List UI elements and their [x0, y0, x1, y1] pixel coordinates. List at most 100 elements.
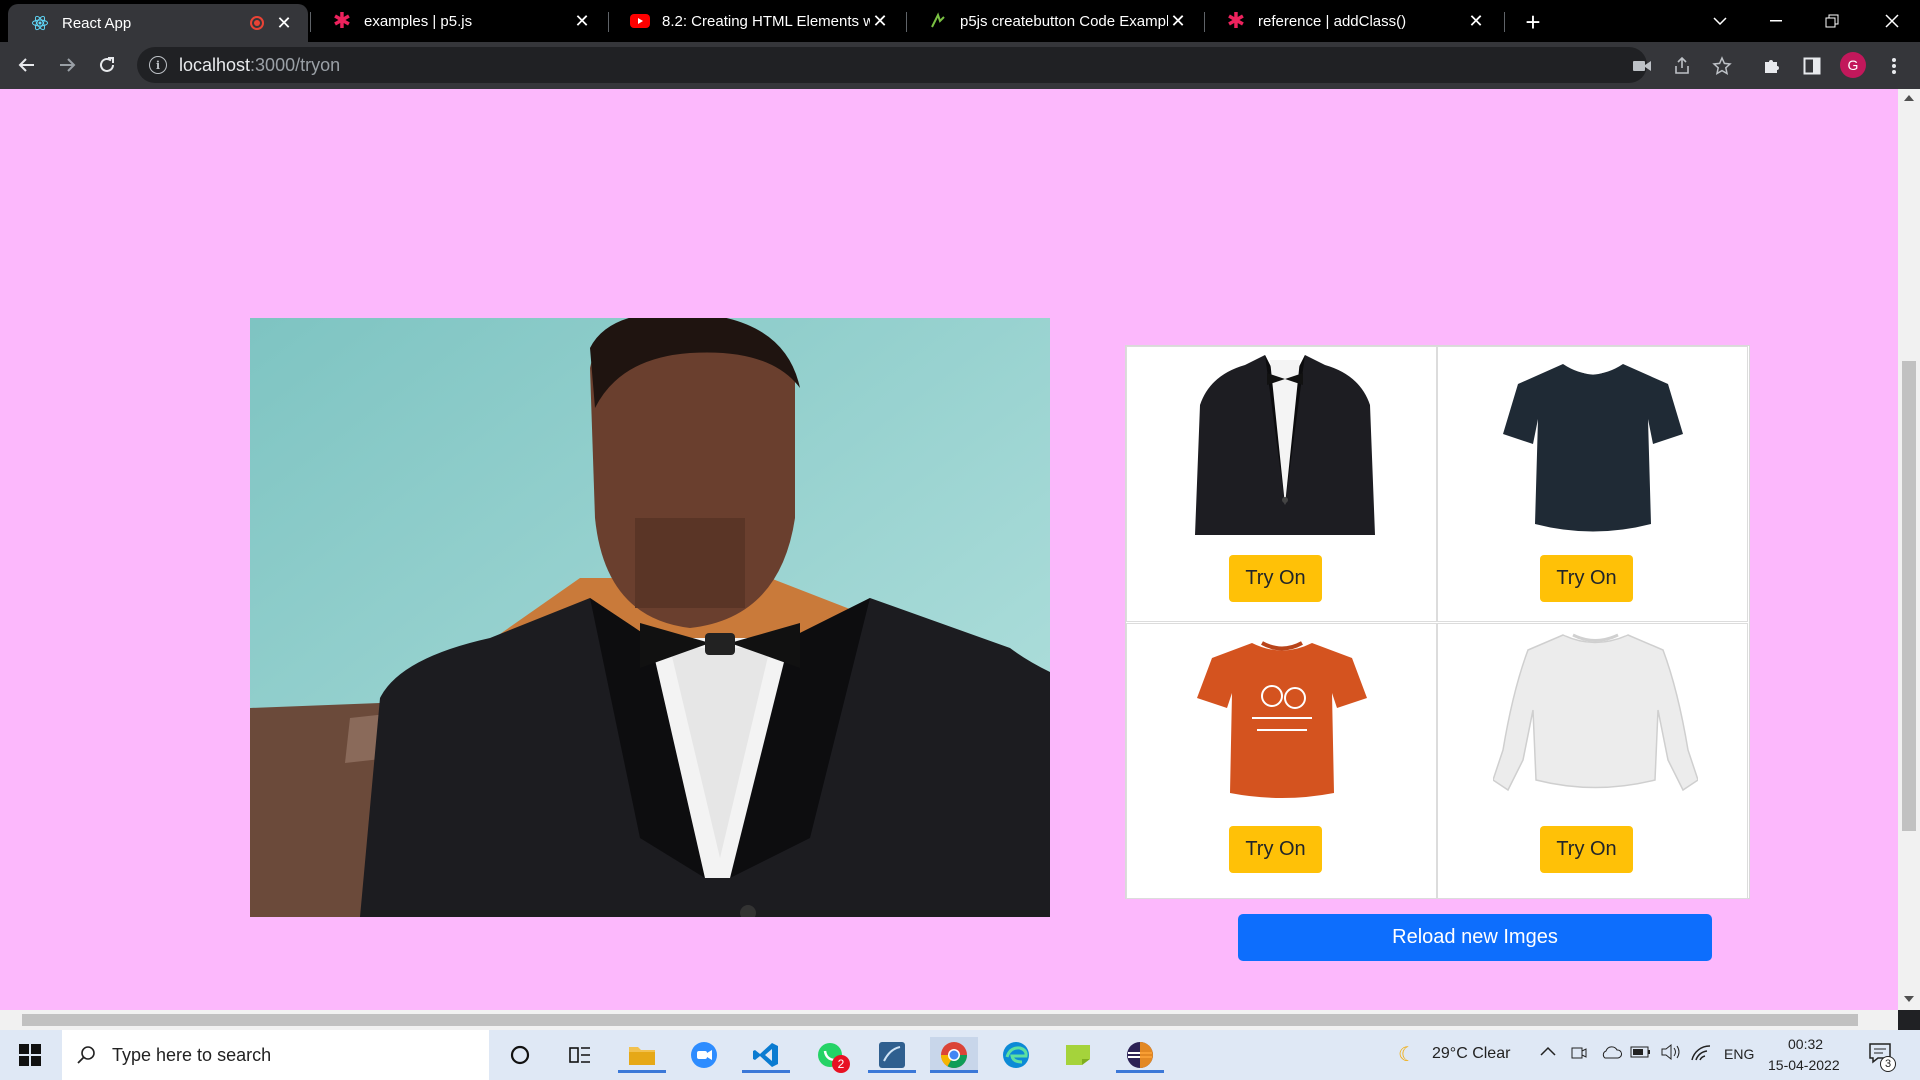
try-on-button-tuxedo[interactable]: Try On [1229, 555, 1322, 602]
horizontal-scrollbar[interactable] [0, 1010, 1898, 1030]
url-host: localhost [179, 54, 251, 75]
youtube-icon [630, 11, 650, 31]
reload-images-button[interactable]: Reload new Imges [1238, 914, 1712, 961]
clock-date[interactable]: 15-04-2022 [1768, 1057, 1840, 1073]
clock-time[interactable]: 00:32 [1788, 1036, 1823, 1052]
url-text: localhost:3000/tryon [179, 55, 340, 76]
try-on-button-white-longsleeve[interactable]: Try On [1540, 826, 1633, 873]
try-on-button-orange-tshirt[interactable]: Try On [1229, 826, 1322, 873]
notification-center-icon[interactable]: 3 [1868, 1042, 1896, 1072]
react-icon [30, 13, 50, 33]
product-grid: Try On Try On Try On Try On [1125, 345, 1750, 899]
camera-in-use-icon[interactable] [1630, 54, 1654, 78]
vertical-scroll-thumb[interactable] [1902, 361, 1916, 831]
minimize-button[interactable] [1748, 0, 1804, 42]
more-menu-icon[interactable] [1882, 54, 1906, 78]
share-icon[interactable] [1670, 54, 1694, 78]
edge-icon[interactable] [998, 1037, 1034, 1073]
profile-avatar[interactable]: G [1840, 52, 1866, 78]
tab-code-example[interactable]: p5js createbutton Code Example ✕ [906, 0, 1202, 42]
tab-separator [1504, 12, 1505, 32]
tab-search-chevron-icon[interactable] [1692, 0, 1748, 42]
search-placeholder: Type here to search [112, 1044, 272, 1065]
webcam-canvas [250, 318, 1050, 917]
p5js-icon: ✱ [332, 8, 352, 33]
product-card-tuxedo: Try On [1126, 346, 1437, 622]
search-icon [77, 1046, 95, 1064]
tab-title: 8.2: Creating HTML Elements wit [662, 12, 870, 30]
battery-icon[interactable] [1630, 1045, 1652, 1064]
back-arrow-icon[interactable] [12, 50, 42, 80]
product-card-black-tshirt: Try On [1437, 346, 1748, 622]
site-info-icon[interactable]: i [149, 56, 167, 74]
active-app-indicator [1116, 1070, 1164, 1073]
close-tab-icon[interactable]: ✕ [274, 13, 294, 33]
eclipse-icon[interactable] [1116, 1037, 1164, 1073]
forward-arrow-icon[interactable] [52, 50, 82, 80]
meet-now-icon[interactable] [1570, 1044, 1588, 1067]
zoom-icon[interactable] [686, 1037, 722, 1073]
chrome-icon[interactable] [930, 1037, 978, 1073]
black-tshirt-image [1503, 361, 1683, 532]
tab-title: React App [62, 14, 132, 32]
tuxedo-image [1195, 355, 1375, 535]
tab-p5-examples[interactable]: ✱ examples | p5.js ✕ [310, 0, 606, 42]
cortana-icon[interactable] [502, 1037, 538, 1073]
address-bar[interactable]: i localhost:3000/tryon [137, 47, 1647, 83]
wifi-icon[interactable] [1690, 1043, 1712, 1066]
tab-title: p5js createbutton Code Example [960, 12, 1168, 30]
tab-youtube-video[interactable]: 8.2: Creating HTML Elements wit ✕ [608, 0, 904, 42]
recording-icon [250, 16, 264, 30]
active-app-indicator [742, 1070, 790, 1073]
windows-start-icon[interactable] [12, 1037, 48, 1073]
volume-icon[interactable] [1660, 1043, 1682, 1066]
white-longsleeve-image [1493, 633, 1698, 792]
close-tab-icon[interactable]: ✕ [1466, 11, 1486, 31]
close-tab-icon[interactable]: ✕ [572, 11, 592, 31]
task-view-icon[interactable] [562, 1037, 598, 1073]
try-on-button-black-tshirt[interactable]: Try On [1540, 555, 1633, 602]
close-tab-icon[interactable]: ✕ [1168, 11, 1188, 31]
vertical-scrollbar[interactable] [1898, 89, 1920, 1010]
windows-taskbar: Type here to search 2 ☾ 29°C Clear ENG 0… [0, 1030, 1920, 1080]
page-viewport: Try On Try On Try On Try On Reload new I… [0, 89, 1898, 1010]
browser-toolbar: i localhost:3000/tryon [0, 42, 1920, 89]
side-panel-icon[interactable] [1800, 54, 1824, 78]
restore-button[interactable] [1804, 0, 1860, 42]
p5js-icon: ✱ [1226, 8, 1246, 33]
orange-tshirt-image [1197, 641, 1367, 798]
grepper-icon [928, 11, 948, 31]
onedrive-cloud-icon[interactable] [1600, 1044, 1622, 1065]
file-explorer-icon[interactable] [618, 1037, 666, 1073]
moon-weather-icon: ☾ [1398, 1044, 1416, 1066]
active-app-indicator [868, 1070, 916, 1073]
close-tab-icon[interactable]: ✕ [870, 11, 890, 31]
tab-strip: React App ✕ ✱ examples | p5.js ✕ 8.2: Cr… [0, 0, 1920, 42]
sql-workbench-icon[interactable] [868, 1037, 916, 1073]
new-tab-button[interactable]: + [1519, 7, 1547, 37]
scroll-down-arrow-icon[interactable] [1904, 996, 1914, 1002]
tab-react-app[interactable]: React App ✕ [8, 4, 308, 42]
active-app-indicator [618, 1070, 666, 1073]
close-window-button[interactable] [1864, 0, 1920, 42]
active-app-indicator [930, 1070, 978, 1073]
camera-feed-image [250, 318, 1050, 917]
product-card-white-longsleeve: Try On [1437, 623, 1748, 899]
reload-icon[interactable] [92, 50, 122, 80]
taskbar-search-box[interactable]: Type here to search [62, 1030, 489, 1080]
whatsapp-icon[interactable]: 2 [812, 1037, 850, 1073]
whatsapp-badge: 2 [832, 1055, 850, 1073]
product-card-orange-tshirt: Try On [1126, 623, 1437, 899]
tab-title: examples | p5.js [364, 12, 473, 30]
scroll-up-arrow-icon[interactable] [1904, 95, 1914, 101]
show-hidden-icons-chevron[interactable] [1540, 1043, 1556, 1061]
vscode-icon[interactable] [742, 1037, 790, 1073]
language-indicator[interactable]: ENG [1724, 1046, 1754, 1062]
tab-addclass-reference[interactable]: ✱ reference | addClass() ✕ [1204, 0, 1500, 42]
tab-title: reference | addClass() [1258, 12, 1407, 30]
horizontal-scroll-thumb[interactable] [22, 1014, 1858, 1026]
extensions-puzzle-icon[interactable] [1760, 54, 1784, 78]
weather-text[interactable]: 29°C Clear [1432, 1045, 1510, 1063]
sticky-notes-icon[interactable] [1060, 1037, 1096, 1073]
bookmark-star-icon[interactable] [1710, 54, 1734, 78]
